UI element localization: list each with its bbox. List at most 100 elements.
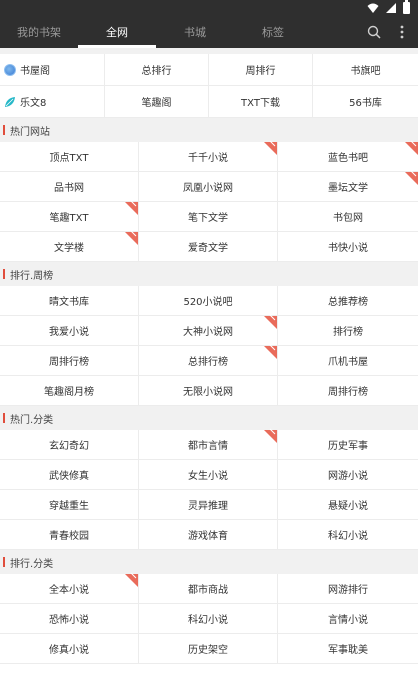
section-title: 排行.分类 — [10, 558, 54, 570]
link-cell[interactable]: 品书网 — [0, 172, 139, 202]
link-cell[interactable]: 周排行榜 — [278, 376, 418, 406]
link-cell[interactable]: 言情小说 — [278, 604, 418, 634]
tab-2[interactable]: 书城 — [156, 16, 234, 48]
link-label: 总推荐榜 — [328, 297, 368, 308]
site-link[interactable]: 笔趣阁 — [105, 86, 209, 118]
link-label: 网游小说 — [328, 471, 368, 482]
section-accent-bar — [3, 125, 5, 135]
site-link-label: TXT下载 — [241, 98, 280, 109]
link-label: 品书网 — [54, 183, 84, 194]
link-cell[interactable]: 书快小说 — [278, 232, 418, 262]
more-vertical-icon[interactable] — [394, 24, 410, 40]
hot-corner-icon — [264, 346, 277, 359]
link-cell[interactable]: 书包网 — [278, 202, 418, 232]
link-label: 爱奇文学 — [188, 243, 228, 254]
link-label: 灵异推理 — [188, 501, 228, 512]
link-label: 游戏体育 — [188, 531, 228, 542]
hot-corner-icon — [264, 316, 277, 329]
link-cell[interactable]: 修真小说 — [0, 634, 139, 664]
link-cell[interactable]: 千千小说 — [139, 142, 278, 172]
link-cell[interactable]: 总推荐榜 — [278, 286, 418, 316]
link-cell[interactable]: 女生小说 — [139, 460, 278, 490]
section-list: 热门网站顶点TXT 千千小说 蓝色书吧品书网 凤凰小说网 墨坛文学笔趣TXT 笔下文学 书包… — [0, 118, 418, 664]
link-cell[interactable]: 恐怖小说 — [0, 604, 139, 634]
link-label: 穿越重生 — [49, 501, 89, 512]
link-row: 品书网 凤凰小说网 墨坛文学 — [0, 172, 418, 202]
link-cell[interactable]: 蓝色书吧 — [278, 142, 418, 172]
link-cell[interactable]: 爱奇文学 — [139, 232, 278, 262]
link-cell[interactable]: 科幻小说 — [139, 604, 278, 634]
hot-corner-icon — [405, 142, 418, 155]
link-cell[interactable]: 无限小说网 — [139, 376, 278, 406]
link-cell[interactable]: 凤凰小说网 — [139, 172, 278, 202]
link-label: 总排行榜 — [188, 357, 228, 368]
link-cell[interactable]: 历史军事 — [278, 430, 418, 460]
link-cell[interactable]: 笔趣TXT — [0, 202, 139, 232]
link-cell[interactable]: 大神小说网 — [139, 316, 278, 346]
link-cell[interactable]: 穿越重生 — [0, 490, 139, 520]
link-cell[interactable]: 周排行榜 — [0, 346, 139, 376]
link-row: 玄幻奇幻 都市言情 历史军事 — [0, 430, 418, 460]
section-title: 热门网站 — [10, 126, 50, 138]
site-link[interactable]: 总排行 — [105, 54, 209, 86]
site-link-label: 乐文8 — [20, 98, 47, 109]
link-cell[interactable]: 历史架空 — [139, 634, 278, 664]
link-cell[interactable]: 笔趣阁月榜 — [0, 376, 139, 406]
link-label: 晴文书库 — [49, 297, 89, 308]
link-cell[interactable]: 青春校园 — [0, 520, 139, 550]
link-cell[interactable]: 爪机书屋 — [278, 346, 418, 376]
link-cell[interactable]: 都市言情 — [139, 430, 278, 460]
site-link[interactable]: 56书库 — [313, 86, 418, 118]
site-link[interactable]: 书屋阁 — [0, 54, 105, 86]
link-cell[interactable]: 全本小说 — [0, 574, 139, 604]
tab-3[interactable]: 标签 — [234, 16, 312, 48]
link-cell[interactable]: 军事耽美 — [278, 634, 418, 664]
link-cell[interactable]: 晴文书库 — [0, 286, 139, 316]
link-label: 笔趣TXT — [49, 213, 89, 224]
link-label: 大神小说网 — [183, 327, 233, 338]
link-cell[interactable]: 网游排行 — [278, 574, 418, 604]
signal-icon — [386, 3, 396, 13]
site-link[interactable]: 书旗吧 — [313, 54, 418, 86]
link-label: 全本小说 — [49, 585, 89, 596]
tab-0[interactable]: 我的书架 — [0, 16, 78, 48]
link-cell[interactable]: 都市商战 — [139, 574, 278, 604]
link-cell[interactable]: 武侠修真 — [0, 460, 139, 490]
link-cell[interactable]: 排行榜 — [278, 316, 418, 346]
site-link-label: 周排行 — [245, 66, 276, 77]
site-link[interactable]: 周排行 — [209, 54, 313, 86]
link-cell[interactable]: 科幻小说 — [278, 520, 418, 550]
site-link-label: 总排行 — [141, 66, 172, 77]
hot-corner-icon — [125, 232, 138, 245]
status-bar — [0, 0, 418, 16]
link-cell[interactable]: 悬疑小说 — [278, 490, 418, 520]
link-label: 我爱小说 — [49, 327, 89, 338]
link-row: 青春校园 游戏体育 科幻小说 — [0, 520, 418, 550]
site-link[interactable]: 乐文8 — [0, 86, 105, 118]
link-row: 笔趣TXT 笔下文学 书包网 — [0, 202, 418, 232]
link-cell[interactable]: 文学楼 — [0, 232, 139, 262]
tab-1[interactable]: 全网 — [78, 16, 156, 48]
link-cell[interactable]: 游戏体育 — [139, 520, 278, 550]
section-header: 排行.周榜 — [0, 262, 418, 286]
link-cell[interactable]: 墨坛文学 — [278, 172, 418, 202]
link-label: 520小说吧 — [183, 297, 233, 308]
link-cell[interactable]: 我爱小说 — [0, 316, 139, 346]
link-cell[interactable]: 网游小说 — [278, 460, 418, 490]
top-nav-bar: 我的书架 全网 书城 标签 — [0, 16, 418, 48]
link-cell[interactable]: 顶点TXT — [0, 142, 139, 172]
search-icon[interactable] — [366, 24, 382, 40]
link-label: 书包网 — [333, 213, 363, 224]
link-label: 周排行榜 — [328, 387, 368, 398]
link-label: 青春校园 — [49, 531, 89, 542]
link-cell[interactable]: 520小说吧 — [139, 286, 278, 316]
link-cell[interactable]: 灵异推理 — [139, 490, 278, 520]
link-cell[interactable]: 玄幻奇幻 — [0, 430, 139, 460]
link-label: 科幻小说 — [328, 531, 368, 542]
link-cell[interactable]: 笔下文学 — [139, 202, 278, 232]
section-title: 热门.分类 — [10, 414, 54, 426]
link-cell[interactable]: 总排行榜 — [139, 346, 278, 376]
site-shortcuts: 书屋阁 总排行 周排行 书旗吧乐文8 笔趣阁 TXT下载 56书库 — [0, 54, 418, 118]
site-link[interactable]: TXT下载 — [209, 86, 313, 118]
site-row: 书屋阁 总排行 周排行 书旗吧 — [0, 54, 418, 86]
